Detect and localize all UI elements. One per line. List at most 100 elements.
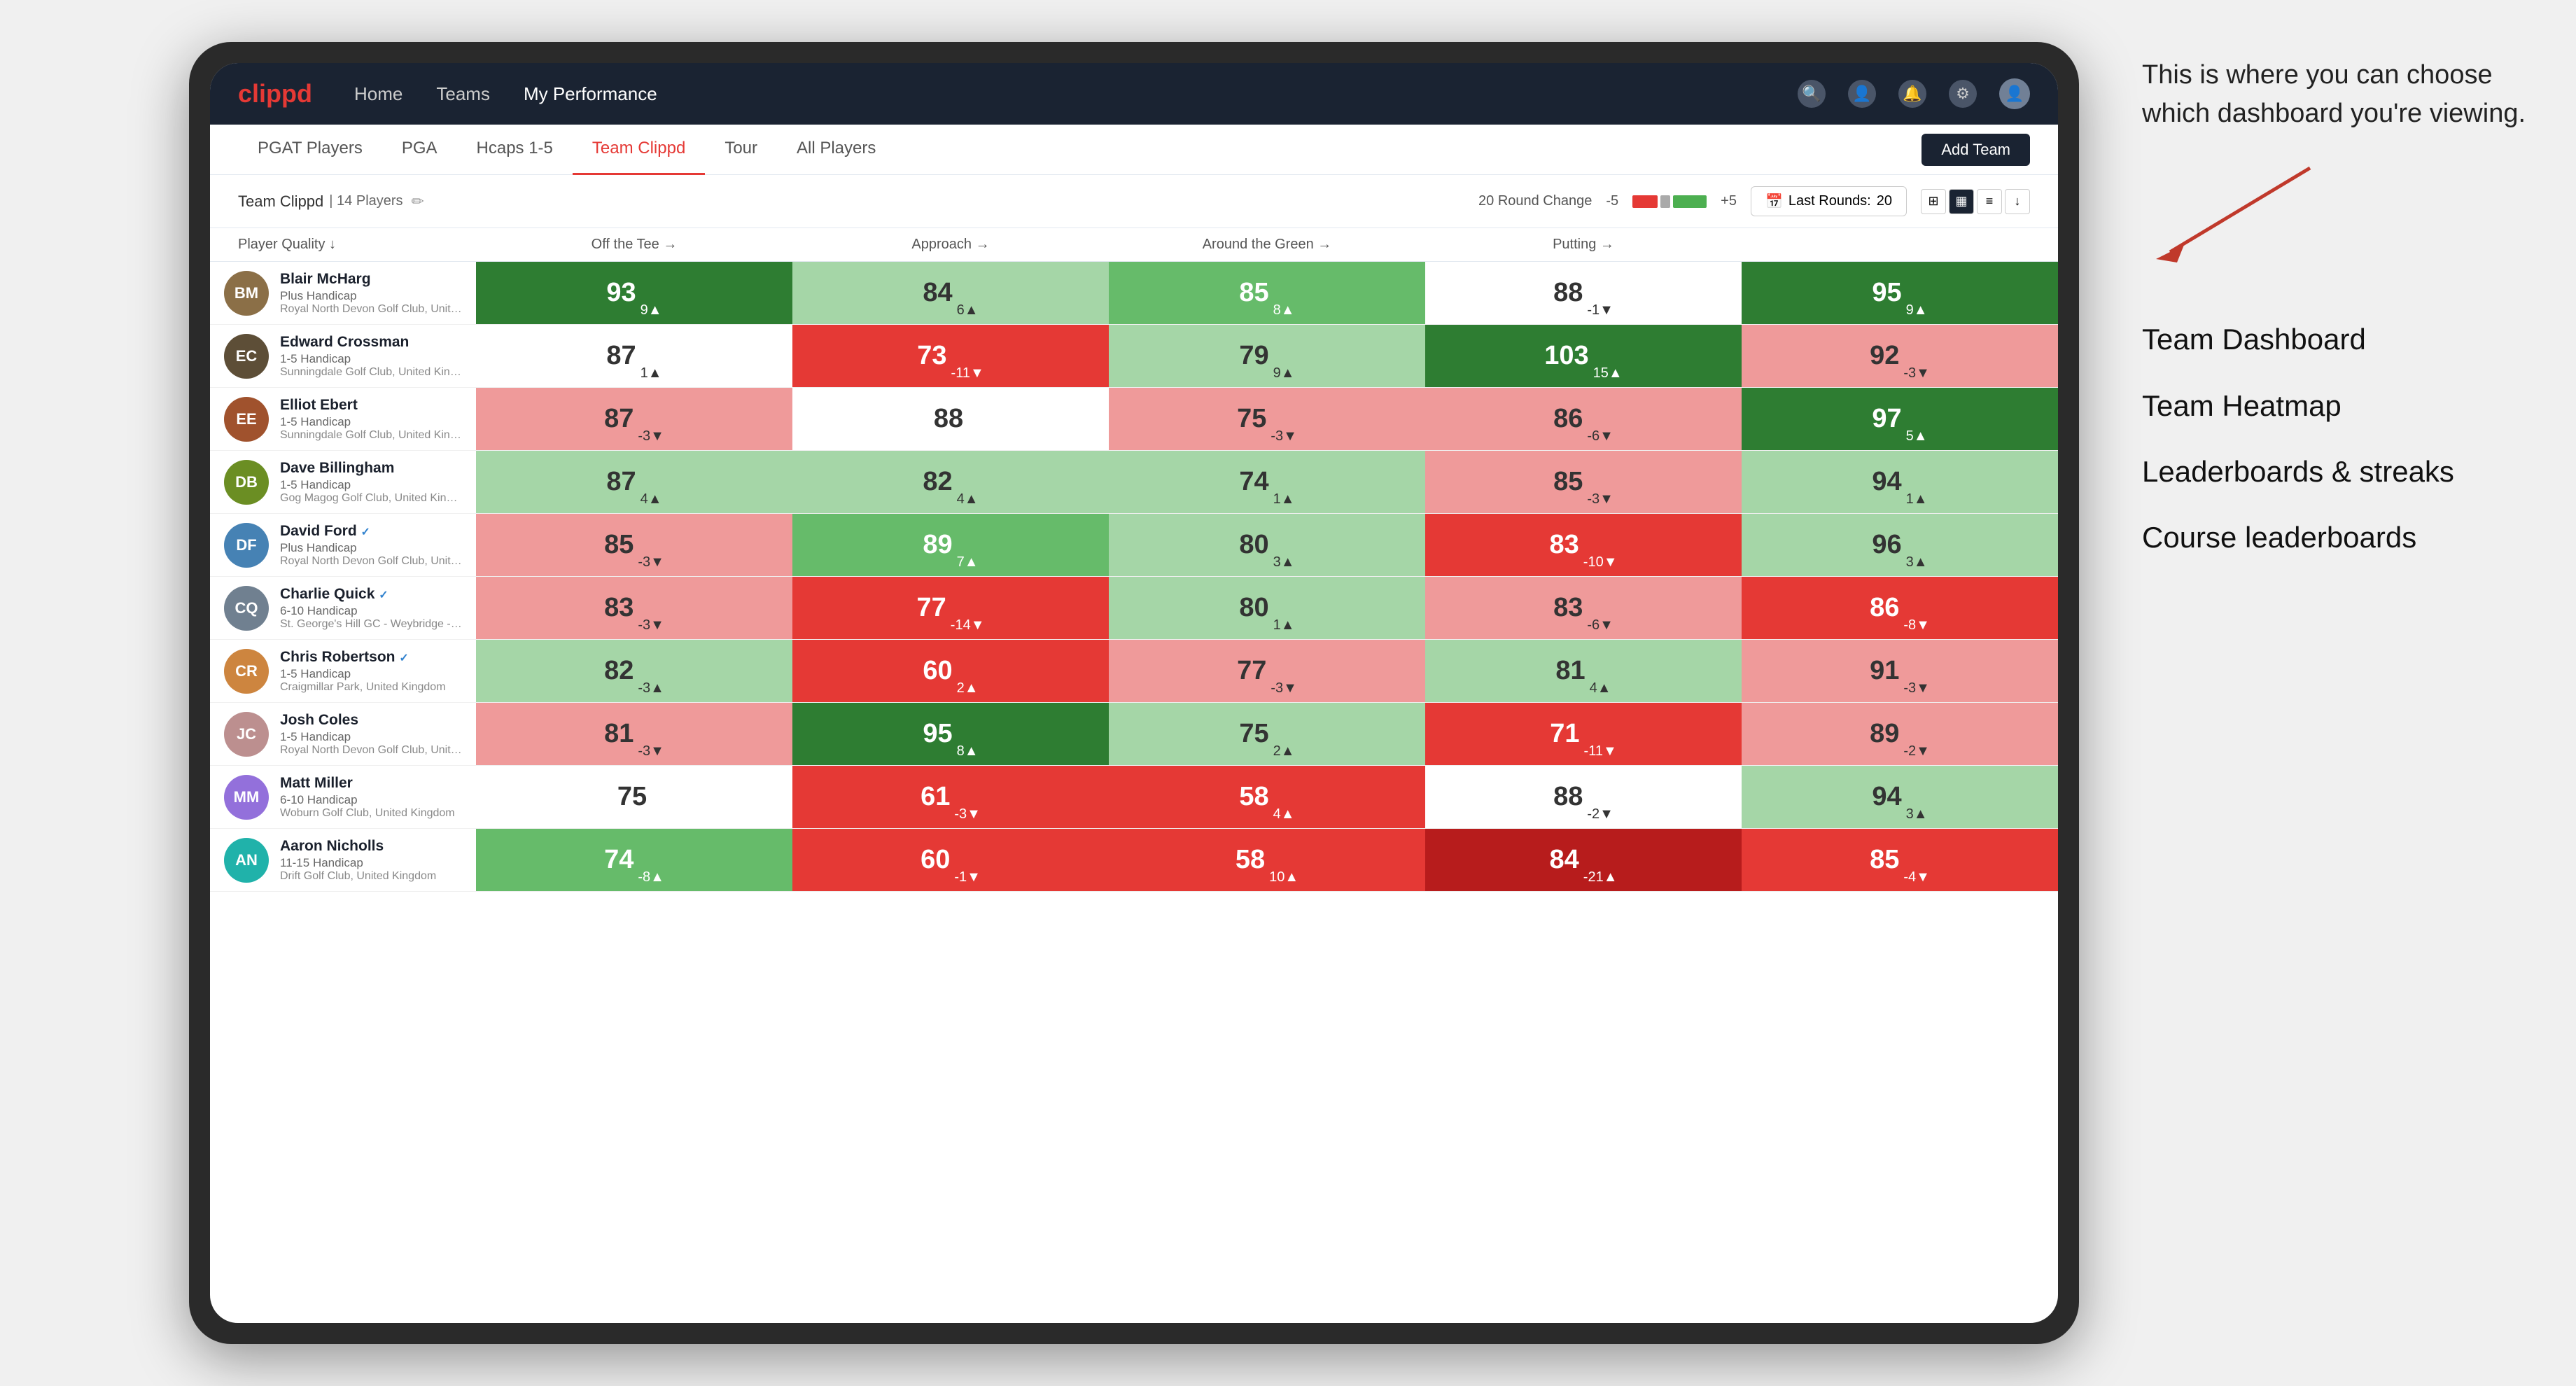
sub-nav-pgat[interactable]: PGAT Players [238,125,382,175]
player-info[interactable]: EE Elliot Ebert 1-5 Handicap Sunningdale… [210,388,476,450]
col-player-quality[interactable]: Player Quality ↓ [210,237,476,253]
score-value: 75 [617,782,647,812]
score-cell-2: 75 2▲ [1109,703,1425,765]
player-club: Royal North Devon Golf Club, United King… [280,744,462,757]
score-change: -8▼ [1903,617,1930,634]
last-rounds-button[interactable]: 📅 Last Rounds: 20 [1751,186,1907,216]
score-value: 92 [1870,341,1899,371]
search-icon[interactable]: 🔍 [1798,80,1826,108]
user-icon[interactable]: 👤 [1848,80,1876,108]
dashboard-option-2: Team Heatmap [2142,388,2548,424]
last-rounds-label: Last Rounds: [1788,193,1871,209]
player-name: Aaron Nicholls [280,838,462,855]
nav-links: Home Teams My Performance [354,83,1798,105]
score-change: 9▲ [1906,302,1928,318]
avatar: CR [224,649,269,694]
sub-nav-all-players[interactable]: All Players [777,125,895,175]
score-cell-0: 83 -3▼ [476,577,792,639]
player-club: Royal North Devon Golf Club, United King… [280,555,462,568]
sub-nav-tour[interactable]: Tour [705,125,777,175]
score-change: 6▲ [957,302,979,318]
score-change: 1▲ [1273,491,1295,507]
edit-icon[interactable]: ✏ [412,192,424,211]
nav-link-teams[interactable]: Teams [436,83,490,105]
col-off-tee[interactable]: Off the Tee → [476,237,792,253]
col-approach[interactable]: Approach → [792,237,1109,253]
player-info[interactable]: JC Josh Coles 1-5 Handicap Royal North D… [210,703,476,765]
nav-link-home[interactable]: Home [354,83,402,105]
sub-nav-hcaps[interactable]: Hcaps 1-5 [457,125,573,175]
score-change: -2▼ [1587,806,1614,822]
player-info[interactable]: DB Dave Billingham 1-5 Handicap Gog Mago… [210,451,476,513]
player-handicap: 1-5 Handicap [280,415,462,429]
score-cell-3: 81 4▲ [1425,640,1742,702]
score-cell-0: 93 9▲ [476,262,792,324]
score-value: 80 [1239,593,1268,623]
col-around-green[interactable]: Around the Green → [1109,237,1425,253]
avatar: AN [224,838,269,883]
score-value: 91 [1870,656,1899,686]
add-team-button[interactable]: Add Team [1921,134,2030,166]
score-cell-3: 84 -21▲ [1425,829,1742,891]
score-change: 4▲ [1590,680,1611,696]
score-cell-4: 94 1▲ [1742,451,2058,513]
score-value: 88 [934,404,963,434]
score-change: -3▼ [1270,428,1297,444]
score-cell-2: 85 8▲ [1109,262,1425,324]
score-cell-3: 86 -6▼ [1425,388,1742,450]
score-value: 86 [1553,404,1583,434]
player-info[interactable]: MM Matt Miller 6-10 Handicap Woburn Golf… [210,766,476,828]
player-details: Matt Miller 6-10 Handicap Woburn Golf Cl… [280,775,462,820]
score-cell-1: 82 4▲ [792,451,1109,513]
score-cell-0: 87 4▲ [476,451,792,513]
score-value: 96 [1872,530,1901,560]
avatar-icon[interactable]: 👤 [1999,78,2030,109]
score-cell-0: 87 -3▼ [476,388,792,450]
score-change: 8▲ [957,743,979,760]
player-info[interactable]: BM Blair McHarg Plus Handicap Royal Nort… [210,262,476,324]
score-value: 95 [923,719,952,749]
dashboard-option-4: Course leaderboards [2142,520,2548,555]
score-value: 87 [606,341,636,371]
score-change: -3▼ [1903,680,1930,696]
player-info[interactable]: EC Edward Crossman 1-5 Handicap Sunningd… [210,325,476,387]
player-info[interactable]: DF David Ford ✓ Plus Handicap Royal Nort… [210,514,476,576]
view-download-btn[interactable]: ↓ [2005,189,2030,214]
nav-link-my-performance[interactable]: My Performance [524,83,657,105]
player-club: Woburn Golf Club, United Kingdom [280,807,462,820]
score-cell-2: 80 3▲ [1109,514,1425,576]
score-change: 15▲ [1593,365,1623,382]
score-cell-3: 88 -2▼ [1425,766,1742,828]
avatar: EE [224,397,269,442]
score-change: 1▲ [1273,617,1295,634]
score-cell-1: 84 6▲ [792,262,1109,324]
score-change: 9▲ [1273,365,1295,382]
table-row: EE Elliot Ebert 1-5 Handicap Sunningdale… [210,388,2058,451]
bar-green [1673,195,1707,208]
bell-icon[interactable]: 🔔 [1898,80,1926,108]
settings-icon[interactable]: ⚙ [1949,80,1977,108]
top-nav: clippd Home Teams My Performance 🔍 👤 🔔 ⚙… [210,63,2058,125]
player-name: Chris Robertson ✓ [280,649,462,666]
sub-nav-pga[interactable]: PGA [382,125,457,175]
player-info[interactable]: AN Aaron Nicholls 11-15 Handicap Drift G… [210,829,476,891]
sub-nav-team-clippd[interactable]: Team Clippd [573,125,705,175]
player-info[interactable]: CQ Charlie Quick ✓ 6-10 Handicap St. Geo… [210,577,476,639]
score-change: 7▲ [957,554,979,570]
player-name: Charlie Quick ✓ [280,586,462,603]
player-info[interactable]: CR Chris Robertson ✓ 1-5 Handicap Craigm… [210,640,476,702]
view-buttons: ⊞ ▦ ≡ ↓ [1921,189,2030,214]
player-name: Josh Coles [280,712,462,729]
col-putting[interactable]: Putting → [1425,237,1742,253]
player-name: Elliot Ebert [280,397,462,414]
score-change: 1▲ [640,365,662,382]
avatar: EC [224,334,269,379]
score-value: 87 [606,467,636,497]
avatar: MM [224,775,269,820]
score-value: 82 [604,656,634,686]
score-cell-3: 83 -10▼ [1425,514,1742,576]
view-other-btn[interactable]: ≡ [1977,189,2002,214]
view-grid-btn[interactable]: ⊞ [1921,189,1946,214]
player-name: Matt Miller [280,775,462,792]
view-list-btn[interactable]: ▦ [1949,189,1974,214]
